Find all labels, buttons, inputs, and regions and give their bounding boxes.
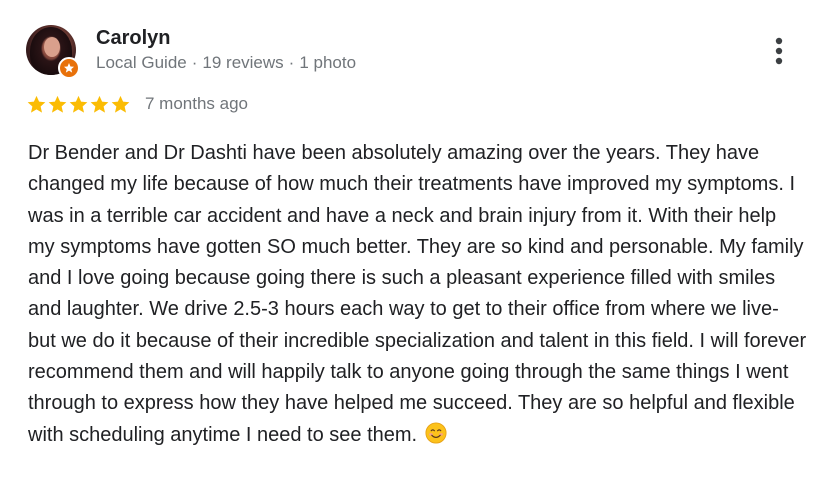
- meta-separator: ·: [288, 53, 295, 72]
- star-icon: [48, 95, 67, 113]
- smiling-face-icon: [425, 422, 447, 444]
- review-date: 7 months ago: [145, 94, 249, 113]
- avatar-face: [44, 37, 60, 57]
- review-text: Dr Bender and Dr Dashti have been absolu…: [28, 138, 808, 451]
- more-vert-icon: [775, 37, 783, 65]
- star-rating: [26, 94, 131, 115]
- star-icon: [90, 95, 109, 113]
- more-options-button[interactable]: [764, 34, 794, 68]
- reviewer-name[interactable]: Carolyn: [96, 26, 170, 50]
- star-icon: [111, 95, 130, 113]
- photos-count: 1 photo: [299, 53, 357, 72]
- local-guide-star-icon: [58, 57, 80, 79]
- review-text-content: Dr Bender and Dr Dashti have been absolu…: [28, 142, 807, 446]
- meta-separator: ·: [191, 53, 198, 72]
- star-icon: [27, 95, 46, 113]
- reviews-count: 19 reviews: [202, 53, 284, 72]
- reviewer-meta: Local Guide · 19 reviews · 1 photo: [96, 52, 356, 74]
- star-icon: [69, 95, 88, 113]
- local-guide-label: Local Guide: [96, 53, 187, 72]
- review-card: Carolyn Local Guide · 19 reviews · 1 photo 7…: [0, 0, 832, 501]
- reviewer-avatar[interactable]: [26, 25, 80, 79]
- rating-row: 7 months ago: [26, 92, 248, 116]
